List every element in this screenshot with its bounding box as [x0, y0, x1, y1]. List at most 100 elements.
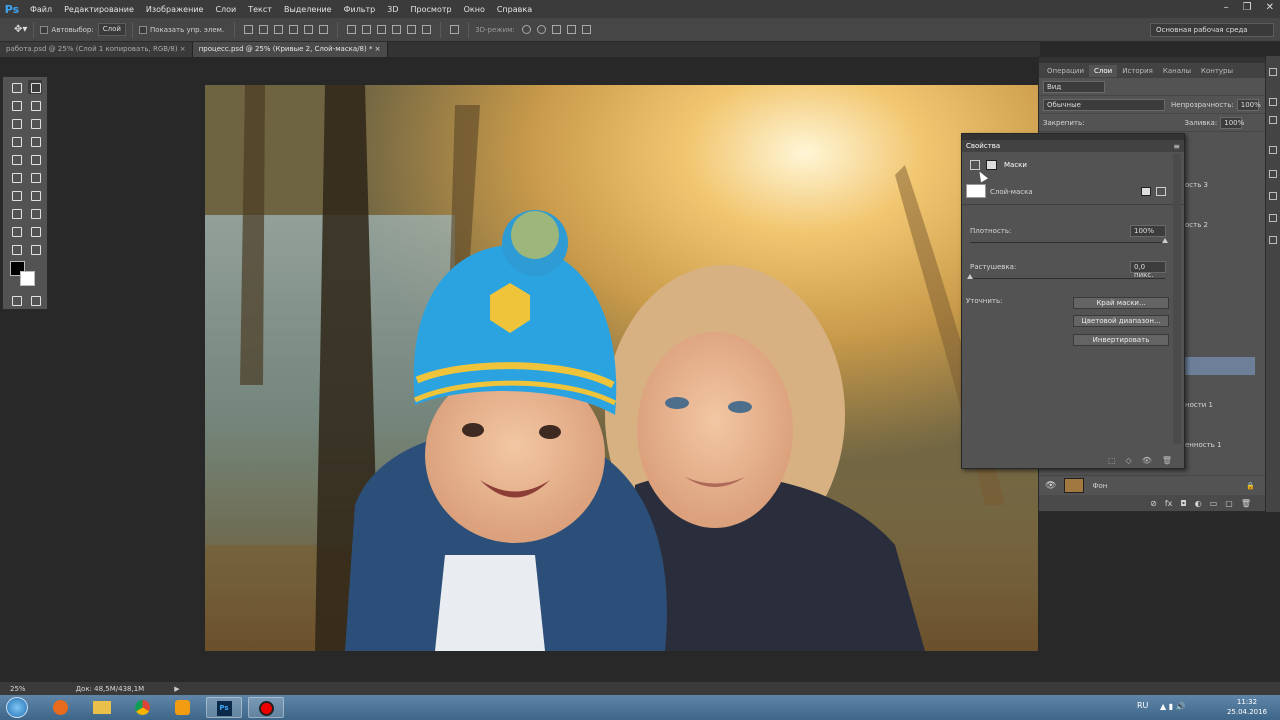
dock-icon[interactable]: [1269, 236, 1277, 244]
path-select-tool-icon[interactable]: [9, 224, 23, 238]
minimize-icon[interactable]: –: [1224, 2, 1229, 13]
distribute-bottom-icon[interactable]: [377, 25, 387, 34]
dock-icon[interactable]: [1269, 146, 1277, 154]
delete-mask-icon[interactable]: 🗑: [1162, 456, 1172, 465]
chrome-icon[interactable]: [124, 697, 160, 718]
menu-file[interactable]: Файл: [24, 5, 58, 14]
layer-filter-dropdown[interactable]: Вид: [1043, 80, 1105, 93]
dock-icon[interactable]: [1269, 192, 1277, 200]
mask-icon[interactable]: [986, 160, 997, 170]
show-transform-checkbox[interactable]: [138, 25, 147, 34]
gradient-tool-icon[interactable]: [28, 170, 42, 184]
panel-menu-icon[interactable]: ≡: [1173, 142, 1180, 151]
tab-layers[interactable]: Слои: [1089, 64, 1118, 77]
dock-icon[interactable]: [1269, 98, 1277, 106]
zoom-level[interactable]: 25%: [10, 685, 26, 693]
tab-document-2[interactable]: процесс.psd @ 25% (Кривые 2, Слой-маска/…: [192, 42, 388, 57]
dodge-tool-icon[interactable]: [28, 188, 42, 202]
zoom-tool-icon[interactable]: [28, 242, 42, 256]
pixel-mask-icon[interactable]: [1141, 187, 1151, 196]
type-tool-icon[interactable]: [28, 206, 42, 220]
eraser-tool-icon[interactable]: [9, 170, 23, 184]
distribute-top-icon[interactable]: [347, 25, 357, 34]
autoselect-dropdown[interactable]: Слой: [97, 23, 126, 36]
color-range-button[interactable]: Цветовой диапазон...: [1073, 315, 1169, 327]
tab-paths[interactable]: Контуры: [1196, 65, 1238, 77]
menu-image[interactable]: Изображение: [140, 5, 210, 14]
delete-layer-icon[interactable]: 🗑: [1241, 499, 1251, 508]
status-arrow-icon[interactable]: ▶: [174, 685, 179, 693]
tray-icons[interactable]: ▲ ▮ 🔊: [1160, 702, 1186, 711]
menu-type[interactable]: Текст: [242, 5, 278, 14]
align-right-icon[interactable]: [319, 25, 329, 34]
menu-help[interactable]: Справка: [491, 5, 538, 14]
dock-icon[interactable]: [1269, 68, 1277, 76]
menu-view[interactable]: Просмотр: [405, 5, 458, 14]
menu-edit[interactable]: Редактирование: [58, 5, 140, 14]
move-tool-icon[interactable]: ✥▾: [14, 24, 27, 35]
autoselect-checkbox[interactable]: [40, 25, 49, 34]
align-middle-icon[interactable]: [259, 25, 269, 34]
distribute-right-icon[interactable]: [422, 25, 432, 34]
layer-name-partial[interactable]: ности 1: [1185, 401, 1213, 409]
layer-name-partial[interactable]: ость 3: [1185, 181, 1208, 189]
3d-rotate-icon[interactable]: [521, 25, 531, 34]
dock-icon[interactable]: [1269, 214, 1277, 222]
shape-tool-icon[interactable]: [28, 224, 42, 238]
3d-scale-icon[interactable]: [581, 25, 591, 34]
new-group-icon[interactable]: ▭: [1210, 499, 1218, 508]
media-player-icon[interactable]: [164, 697, 200, 718]
tab-history[interactable]: История: [1117, 65, 1158, 77]
align-center-icon[interactable]: [304, 25, 314, 34]
opacity-field[interactable]: 100%: [1236, 98, 1261, 111]
tab-actions[interactable]: Операции: [1042, 65, 1089, 77]
auto-align-icon[interactable]: [450, 25, 460, 34]
healing-tool-icon[interactable]: [9, 134, 23, 148]
fx-icon[interactable]: fx: [1165, 499, 1173, 508]
move-tool-icon[interactable]: [28, 80, 42, 94]
background-layer-row[interactable]: 👁 Фон 🔒: [1039, 475, 1265, 495]
link-layers-icon[interactable]: ⊘: [1150, 499, 1157, 508]
density-field[interactable]: 100%: [1130, 225, 1166, 237]
pen-tool-icon[interactable]: [9, 206, 23, 220]
align-bottom-icon[interactable]: [274, 25, 284, 34]
align-left-icon[interactable]: [289, 25, 299, 34]
eye-icon[interactable]: 👁: [1045, 481, 1056, 491]
quick-mask-icon[interactable]: [9, 293, 23, 307]
file-explorer-icon[interactable]: [84, 697, 120, 718]
background-color-swatch[interactable]: [20, 271, 35, 286]
apply-mask-icon[interactable]: ◇: [1126, 456, 1132, 465]
tab-channels[interactable]: Каналы: [1158, 65, 1196, 77]
magic-wand-tool-icon[interactable]: [28, 98, 42, 112]
3d-slide-icon[interactable]: [566, 25, 576, 34]
menu-select[interactable]: Выделение: [278, 5, 338, 14]
load-selection-icon[interactable]: ⬚: [1108, 456, 1116, 465]
density-slider-handle[interactable]: [1162, 238, 1168, 243]
photoshop-task-icon[interactable]: Ps: [206, 697, 242, 718]
clock[interactable]: 11:32 25.04.2016: [1225, 697, 1269, 717]
menu-window[interactable]: Окно: [458, 5, 491, 14]
adjustment-layer-icon[interactable]: ◐: [1195, 499, 1202, 508]
add-mask-icon[interactable]: ◘: [1180, 499, 1186, 508]
vector-mask-icon[interactable]: [1156, 187, 1166, 196]
stamp-tool-icon[interactable]: [9, 152, 23, 166]
blur-tool-icon[interactable]: [9, 188, 23, 202]
3d-pan-icon[interactable]: [551, 25, 561, 34]
start-button-icon[interactable]: [6, 697, 28, 718]
workspace-dropdown[interactable]: Основная рабочая среда: [1150, 23, 1274, 37]
doc-size[interactable]: Док: 48,5M/438,1M: [76, 685, 145, 693]
dock-icon[interactable]: [1269, 170, 1277, 178]
maximize-icon[interactable]: ❐: [1243, 2, 1252, 13]
recorder-task-icon[interactable]: [248, 697, 284, 718]
feather-slider-handle[interactable]: [967, 274, 973, 279]
document-canvas[interactable]: [205, 85, 1038, 651]
new-layer-icon[interactable]: ▢: [1225, 499, 1233, 508]
brush-tool-icon[interactable]: [28, 134, 42, 148]
disable-mask-icon[interactable]: 👁: [1142, 456, 1152, 465]
menu-layers[interactable]: Слои: [209, 5, 242, 14]
tab-document-1[interactable]: работа.psd @ 25% (Слой 1 копировать, RGB…: [0, 42, 193, 57]
dock-icon[interactable]: [1269, 116, 1277, 124]
history-brush-tool-icon[interactable]: [28, 152, 42, 166]
language-indicator[interactable]: RU: [1137, 701, 1148, 710]
layer-name-partial[interactable]: енность 1: [1185, 441, 1221, 449]
